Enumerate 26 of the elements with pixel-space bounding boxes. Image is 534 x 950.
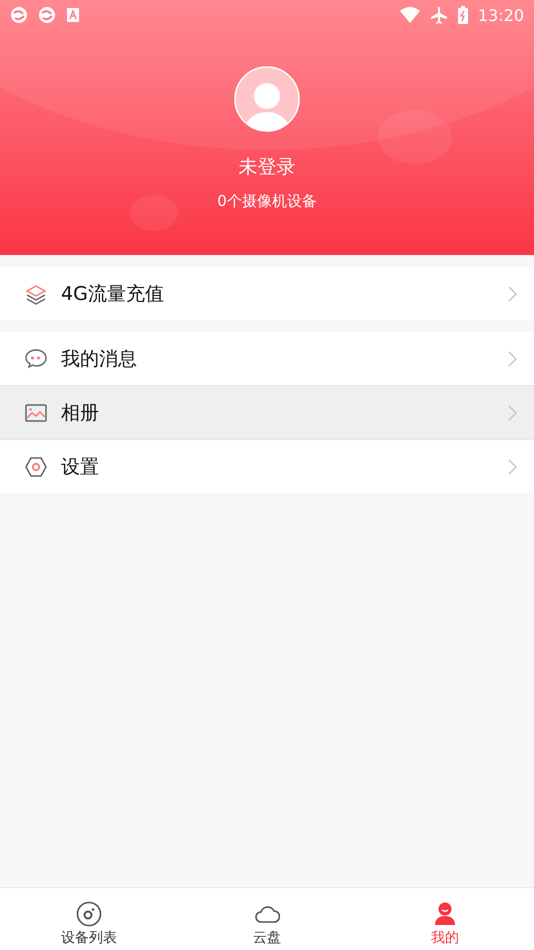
device-count-text: 0个摄像机设备 xyxy=(217,192,317,211)
camera-lens-icon xyxy=(76,901,102,927)
settings-icon xyxy=(24,454,48,478)
person-icon xyxy=(432,901,458,927)
status-time: 13:20 xyxy=(478,6,524,24)
menu-item[interactable]: 相册 xyxy=(0,385,534,439)
wifi-icon xyxy=(400,7,420,23)
chat-bubble-icon xyxy=(24,346,48,370)
menu-item-label: 我的消息 xyxy=(61,346,138,372)
battery-charging-icon xyxy=(458,6,468,24)
chevron-right-icon xyxy=(508,404,518,420)
keyboard-notification-icon xyxy=(66,7,80,23)
menu-item-label: 相册 xyxy=(61,400,100,426)
app-notification-icon xyxy=(10,6,28,24)
decorative-bubble xyxy=(130,195,178,231)
chevron-right-icon xyxy=(508,350,518,366)
nav-tab[interactable]: 我的 xyxy=(356,888,534,950)
menu-item-label: 4G流量充值 xyxy=(61,282,165,306)
nav-tab[interactable]: 设备列表 xyxy=(0,888,178,950)
chevron-right-icon xyxy=(508,286,518,302)
airplane-icon xyxy=(430,6,448,24)
nav-tab[interactable]: 云盘 xyxy=(178,888,356,950)
menu-item-label: 设置 xyxy=(61,454,100,480)
app-notification-icon xyxy=(38,6,56,24)
chevron-right-icon xyxy=(508,458,518,474)
avatar-icon[interactable] xyxy=(234,66,300,132)
